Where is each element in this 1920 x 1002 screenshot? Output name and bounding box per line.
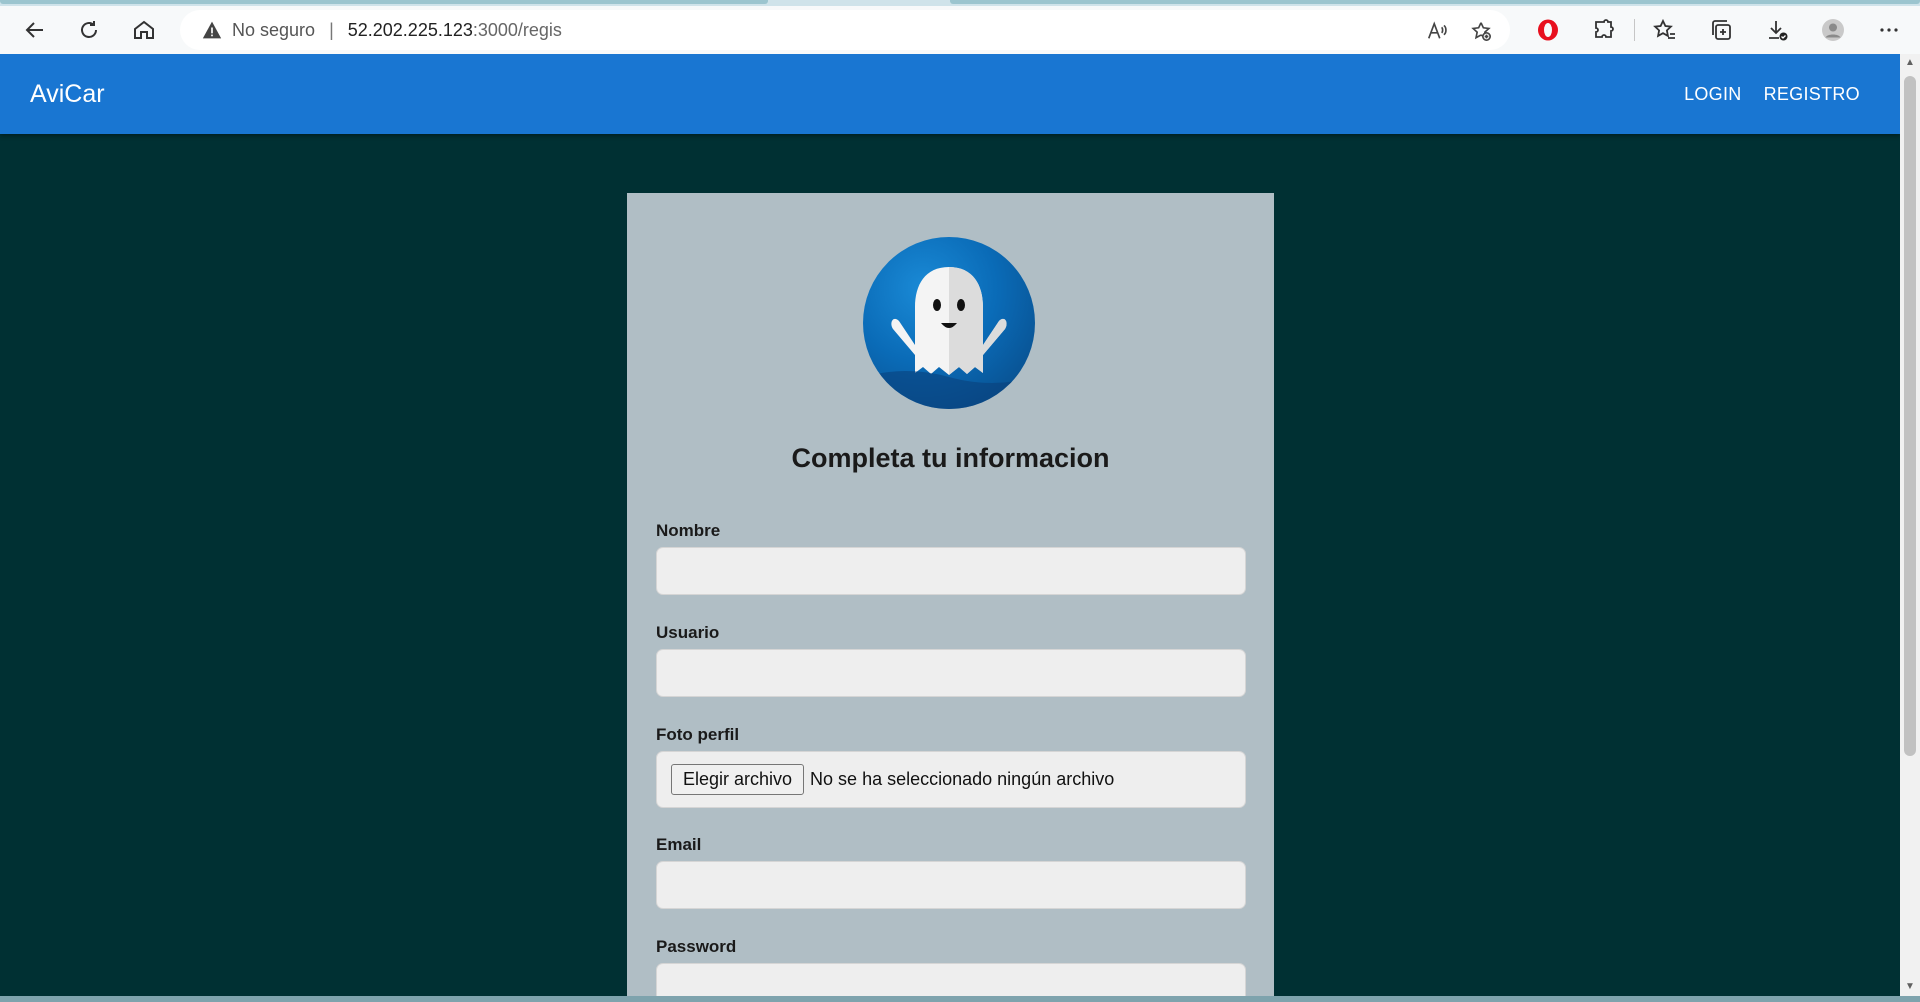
app-navbar: AviCar LOGIN REGISTRO [0, 54, 1900, 134]
form-title: Completa tu informacion [791, 443, 1110, 473]
address-separator: | [329, 19, 334, 40]
window-bottom-edge [0, 996, 1920, 1002]
downloads-icon[interactable] [1749, 10, 1805, 50]
collections-icon[interactable] [1693, 10, 1749, 50]
warning-icon[interactable] [202, 20, 222, 40]
favorites-icon[interactable] [1637, 10, 1693, 50]
toolbar-divider [1634, 19, 1635, 41]
more-icon[interactable] [1861, 10, 1917, 50]
url-host: 52.202.225.123 [347, 19, 473, 40]
tab-right[interactable] [950, 0, 1920, 4]
ghost-avatar [863, 237, 1035, 409]
email-input[interactable] [656, 861, 1246, 909]
brand-logo[interactable]: AviCar [30, 80, 105, 109]
nav-registro-link[interactable]: REGISTRO [1764, 84, 1860, 105]
foto-perfil-label: Foto perfil [656, 725, 740, 744]
url-path: :3000/regis [472, 19, 562, 40]
nombre-label: Nombre [656, 521, 721, 540]
opera-icon[interactable] [1520, 10, 1576, 50]
read-aloud-icon[interactable] [1422, 16, 1452, 46]
security-label[interactable]: No seguro [232, 20, 315, 41]
nav-login-link[interactable]: LOGIN [1684, 84, 1742, 105]
add-favorite-icon[interactable] [1466, 16, 1496, 46]
back-icon[interactable] [14, 10, 56, 50]
page-viewport: AviCar LOGIN REGISTRO Completa tu inform… [0, 54, 1900, 996]
refresh-icon[interactable] [68, 10, 110, 50]
tab-left[interactable] [0, 0, 768, 4]
password-input[interactable] [656, 963, 1246, 996]
foto-perfil-file-input[interactable]: Elegir archivo No se ha seleccionado nin… [656, 751, 1246, 808]
address-bar[interactable]: No seguro | 52.202.225.123:3000/regis [180, 10, 1510, 50]
scrollbar-thumb[interactable] [1904, 76, 1916, 756]
email-label: Email [656, 835, 702, 854]
usuario-input[interactable] [656, 649, 1246, 697]
registration-card: Completa tu informacion Nombre Usuario F… [627, 193, 1274, 996]
ghost-icon [863, 267, 1035, 409]
password-label: Password [656, 937, 737, 956]
extensions-icon[interactable] [1576, 10, 1632, 50]
profile-icon[interactable] [1805, 10, 1861, 50]
nombre-input[interactable] [656, 547, 1246, 595]
scroll-down-arrow-icon[interactable]: ▼ [1905, 982, 1915, 992]
usuario-label: Usuario [656, 623, 720, 642]
browser-toolbar: No seguro | 52.202.225.123:3000/regis [0, 6, 1920, 54]
home-icon[interactable] [123, 10, 165, 50]
choose-file-button[interactable]: Elegir archivo [671, 764, 805, 795]
file-status-text: No se ha seleccionado ningún archivo [810, 769, 1115, 789]
scroll-up-arrow-icon[interactable]: ▲ [1905, 58, 1915, 68]
page-scrollbar[interactable]: ▲ ▼ [1900, 54, 1920, 996]
